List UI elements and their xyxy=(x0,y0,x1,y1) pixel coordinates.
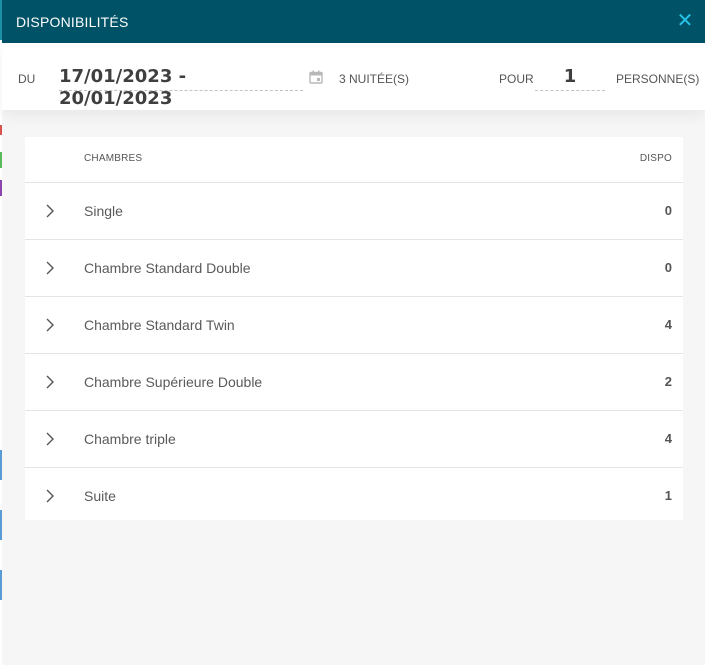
room-name: Chambre Standard Twin xyxy=(84,317,235,333)
table-row[interactable]: Chambre triple 4 xyxy=(25,411,683,468)
chevron-right-icon[interactable] xyxy=(45,432,55,446)
room-name: Chambre Standard Double xyxy=(84,260,251,276)
close-icon[interactable]: ✕ xyxy=(675,9,695,33)
persons-label: PERSONNE(S) xyxy=(616,72,700,86)
from-label: DU xyxy=(18,72,36,86)
room-name: Suite xyxy=(84,488,116,504)
table-row[interactable]: Single 0 xyxy=(25,183,683,240)
edge-mark xyxy=(0,510,2,540)
table-row[interactable]: Chambre Standard Twin 4 xyxy=(25,297,683,354)
table-header: CHAMBRES DISPO xyxy=(25,137,683,183)
chevron-right-icon[interactable] xyxy=(45,318,55,332)
table-body: Single 0 Chambre Standard Double 0 Chamb… xyxy=(25,183,683,524)
chevron-right-icon[interactable] xyxy=(45,489,55,503)
edge-mark xyxy=(0,570,2,600)
room-name: Chambre Supérieure Double xyxy=(84,374,263,390)
room-dispo: 0 xyxy=(664,203,672,218)
availability-table: CHAMBRES DISPO Single 0 Chambre Standard… xyxy=(25,137,683,520)
chevron-right-icon[interactable] xyxy=(45,375,55,389)
for-label: POUR xyxy=(499,72,534,86)
table-row[interactable]: Chambre Standard Double 0 xyxy=(25,240,683,297)
room-name: Single xyxy=(84,203,123,219)
room-dispo: 0 xyxy=(664,260,672,275)
table-row[interactable]: Chambre Supérieure Double 2 xyxy=(25,354,683,411)
calendar-icon[interactable] xyxy=(309,70,323,84)
dialog-header: DISPONIBILITÉS ✕ xyxy=(2,0,705,43)
column-header-dispo: DISPO xyxy=(639,153,672,164)
dialog-title: DISPONIBILITÉS xyxy=(16,14,129,30)
persons-field[interactable]: 1 xyxy=(535,66,605,91)
edge-mark xyxy=(0,180,2,196)
edge-mark xyxy=(0,125,2,135)
search-bar: DU 17/01/2023 - 20/01/2023 3 NUITÉE(S) P… xyxy=(2,43,705,110)
room-dispo: 4 xyxy=(664,431,672,446)
chevron-right-icon[interactable] xyxy=(45,261,55,275)
room-dispo: 2 xyxy=(664,374,672,389)
edge-mark xyxy=(0,152,2,168)
room-dispo: 4 xyxy=(664,317,672,332)
column-header-rooms: CHAMBRES xyxy=(84,153,143,164)
chevron-right-icon[interactable] xyxy=(45,204,55,218)
edge-mark xyxy=(0,450,2,480)
room-name: Chambre triple xyxy=(84,431,176,447)
table-row[interactable]: Suite 1 xyxy=(25,468,683,524)
nights-count: 3 NUITÉE(S) xyxy=(339,72,410,86)
room-dispo: 1 xyxy=(664,488,672,503)
date-range-field[interactable]: 17/01/2023 - 20/01/2023 xyxy=(59,66,303,109)
